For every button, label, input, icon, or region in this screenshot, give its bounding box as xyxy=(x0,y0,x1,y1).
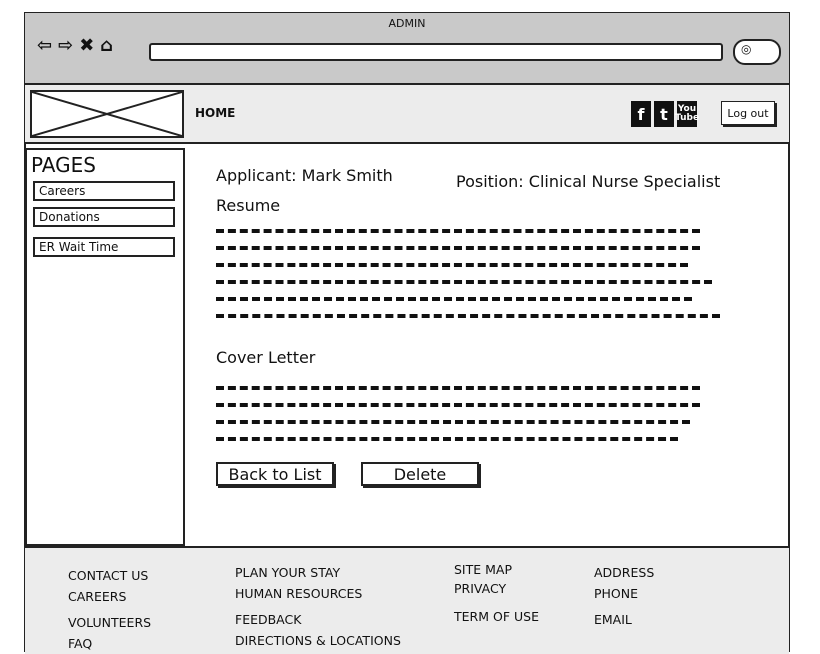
footer-link-term-of-use[interactable]: TERM OF USE xyxy=(454,609,539,624)
logout-button[interactable]: Log out xyxy=(721,101,775,125)
position-label: Position: Clinical Nurse Specialist xyxy=(456,172,721,191)
delete-button[interactable]: Delete xyxy=(361,462,479,486)
resume-text-line xyxy=(216,229,700,239)
url-bar[interactable] xyxy=(149,43,723,61)
footer-link-feedback[interactable]: FEEDBACK xyxy=(235,612,301,627)
footer-link-contact-us[interactable]: CONTACT US xyxy=(68,568,148,583)
cover-text-line xyxy=(216,403,700,413)
site-footer: CONTACT US CAREERS VOLUNTEERS FAQ PLAN Y… xyxy=(25,546,789,654)
facebook-icon[interactable]: f xyxy=(631,101,651,127)
resume-text-line xyxy=(216,297,692,307)
resume-text-line xyxy=(216,246,700,256)
magnifier-icon: ◎ xyxy=(741,42,752,56)
logo-cross-icon xyxy=(31,91,183,137)
youtube-icon[interactable]: You Tube xyxy=(675,101,699,127)
cover-text-line xyxy=(216,386,700,396)
applicant-label: Applicant: Mark Smith xyxy=(216,166,393,185)
sidebar: PAGES Careers Donations ER Wait Time xyxy=(25,148,185,546)
resume-text-line xyxy=(216,314,720,324)
footer-link-plan-your-stay[interactable]: PLAN YOUR STAY xyxy=(235,565,340,580)
home-icon[interactable]: ⌂ xyxy=(100,35,113,56)
footer-link-volunteers[interactable]: VOLUNTEERS xyxy=(68,615,151,630)
sidebar-item-careers[interactable]: Careers xyxy=(33,181,175,201)
site-header: HOME f t You Tube Log out xyxy=(25,85,789,144)
browser-bar: ADMIN ⇦ ⇨ ✖ ⌂ ◎ xyxy=(25,13,789,85)
resume-text-line xyxy=(216,263,688,273)
footer-link-directions-locations[interactable]: DIRECTIONS & LOCATIONS xyxy=(235,633,401,648)
footer-link-careers[interactable]: CAREERS xyxy=(68,589,126,604)
browser-nav: ⇦ ⇨ ✖ ⌂ xyxy=(37,35,113,56)
cover-letter-heading: Cover Letter xyxy=(216,348,316,367)
resume-text-line xyxy=(216,280,712,290)
footer-link-privacy[interactable]: PRIVACY xyxy=(454,581,506,596)
forward-arrow-icon[interactable]: ⇨ xyxy=(58,35,73,56)
back-to-list-button[interactable]: Back to List xyxy=(216,462,334,486)
social-icons: f t You Tube xyxy=(631,101,699,127)
twitter-icon[interactable]: t xyxy=(654,101,674,127)
logo-placeholder xyxy=(30,90,184,138)
footer-link-site-map[interactable]: SITE MAP xyxy=(454,562,512,577)
search-button[interactable]: ◎ xyxy=(733,39,781,65)
sidebar-title: PAGES xyxy=(31,153,96,177)
footer-link-phone[interactable]: PHONE xyxy=(594,586,638,601)
stop-icon[interactable]: ✖ xyxy=(79,35,94,56)
window-title: ADMIN xyxy=(388,17,426,30)
footer-link-human-resources[interactable]: HUMAN RESOURCES xyxy=(235,586,362,601)
footer-link-address[interactable]: ADDRESS xyxy=(594,565,654,580)
resume-heading: Resume xyxy=(216,196,281,215)
footer-link-email[interactable]: EMAIL xyxy=(594,612,632,627)
sidebar-item-donations[interactable]: Donations xyxy=(33,207,175,227)
cover-text-line xyxy=(216,420,690,430)
back-arrow-icon[interactable]: ⇦ xyxy=(37,35,52,56)
cover-text-line xyxy=(216,437,678,447)
sidebar-item-er-wait-time[interactable]: ER Wait Time xyxy=(33,237,175,257)
nav-home-link[interactable]: HOME xyxy=(195,106,235,120)
footer-link-faq[interactable]: FAQ xyxy=(68,636,92,651)
